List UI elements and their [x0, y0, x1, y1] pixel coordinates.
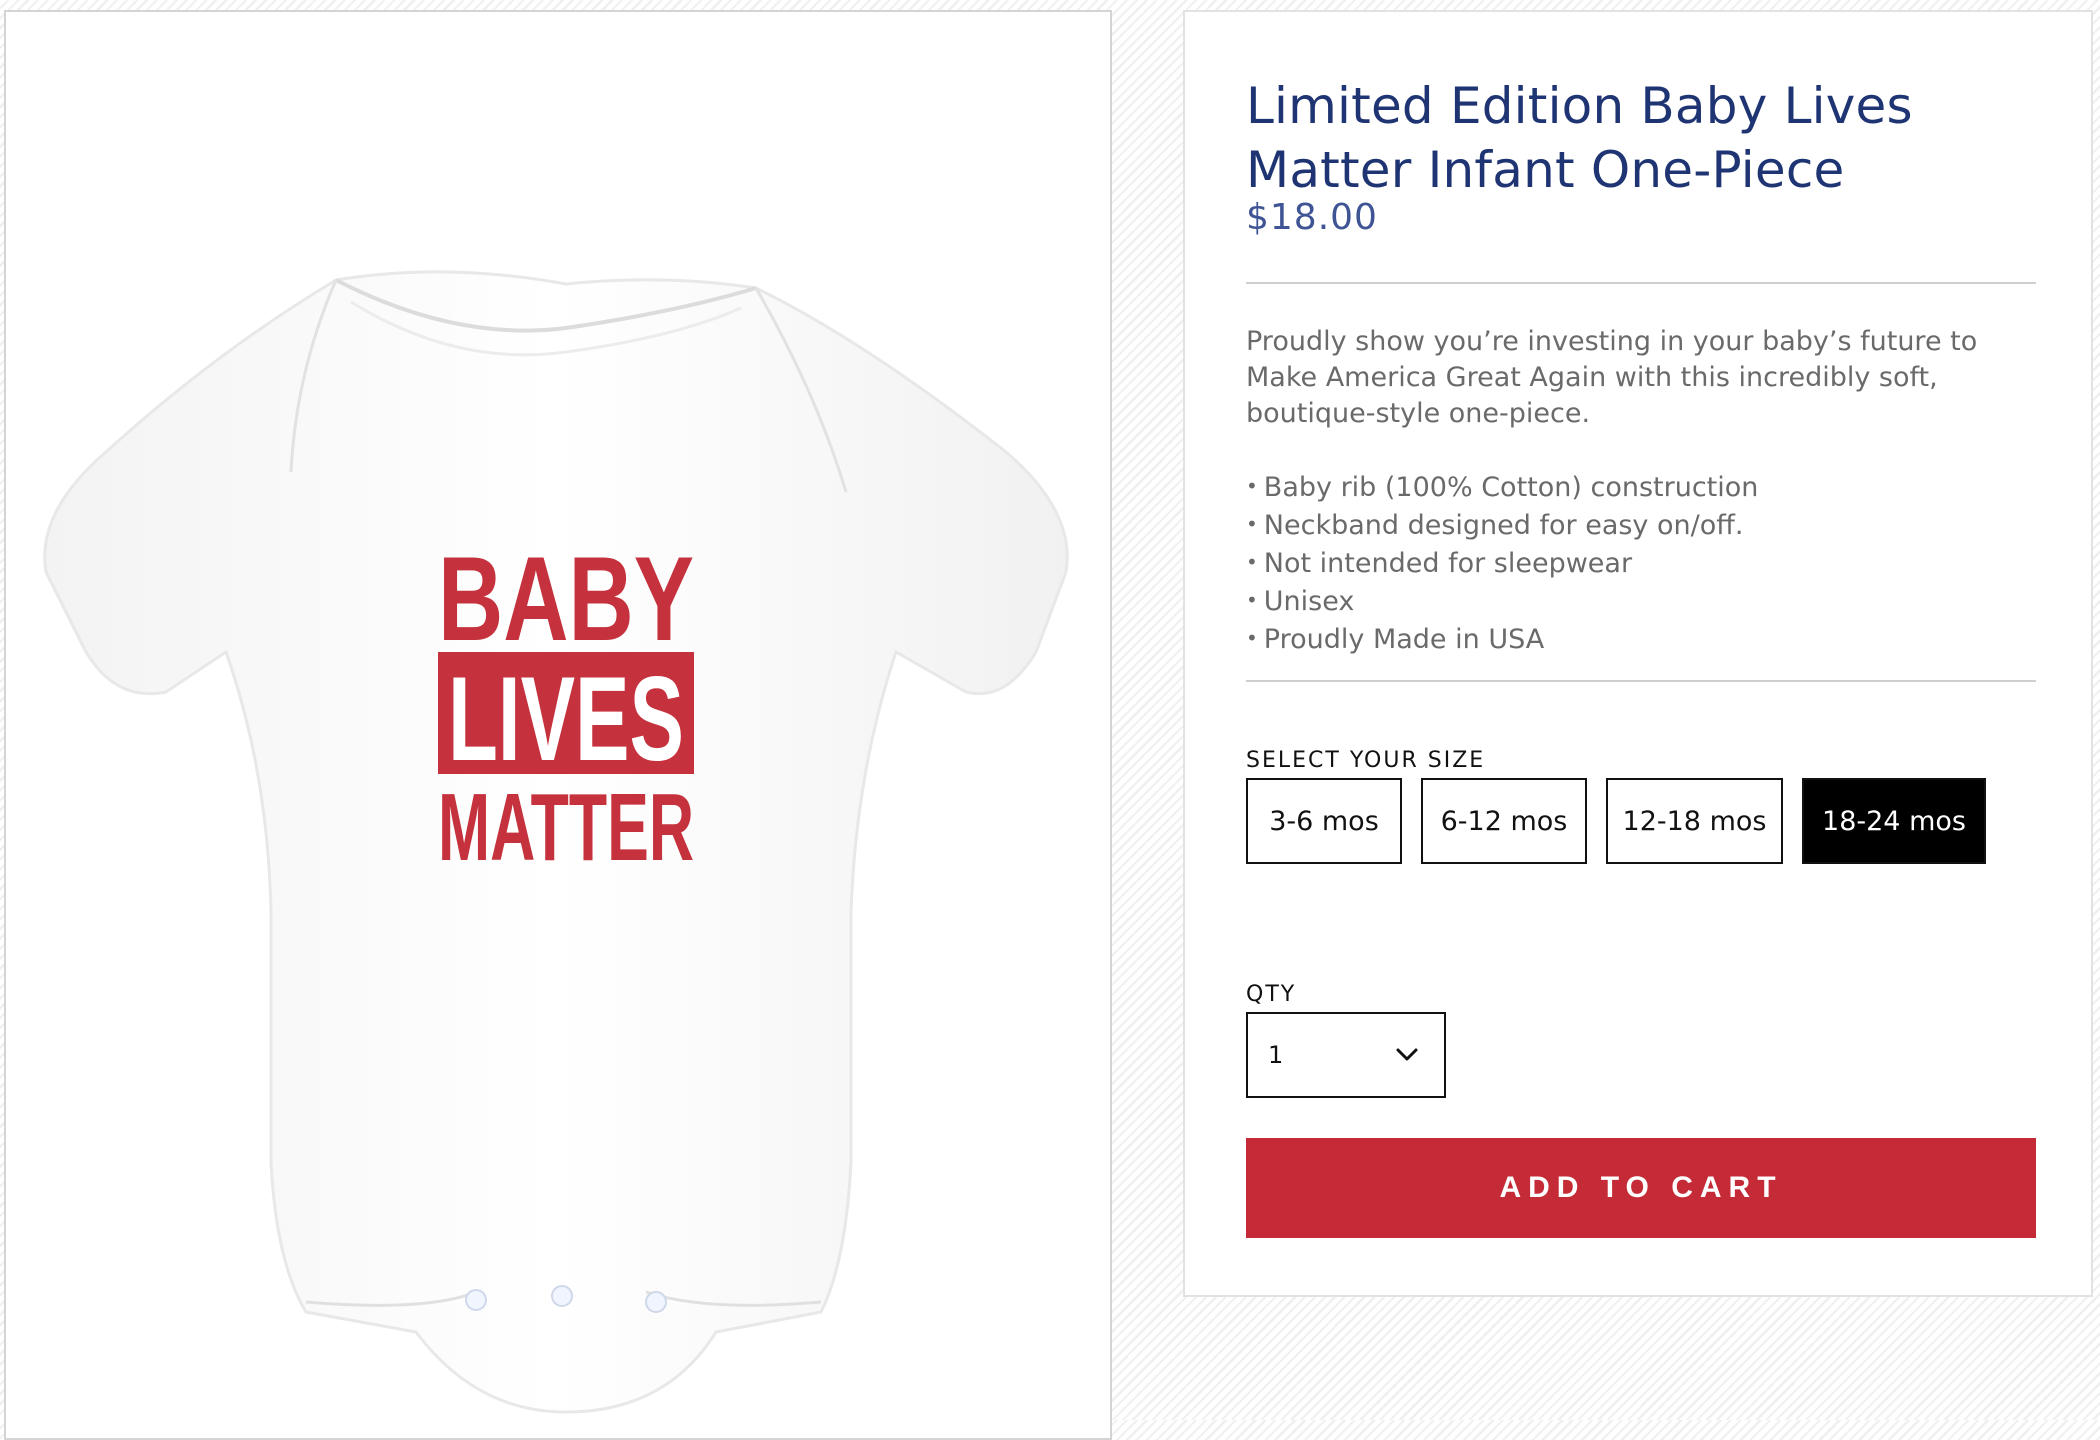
print-line-baby: BABY [438, 532, 694, 666]
snap-icon [465, 1289, 487, 1311]
print-line-lives: LIVES [448, 652, 684, 786]
print-graphic: BABY LIVES MATTER [438, 532, 694, 881]
print-line-matter: MATTER [438, 774, 694, 881]
feature-item: Proudly Made in USA [1246, 620, 2046, 658]
feature-list: Baby rib (100% Cotton) construction Neck… [1246, 468, 2046, 658]
snap-icon [551, 1285, 573, 1307]
product-title: Limited Edition Baby Lives Matter Infant… [1246, 77, 1913, 199]
chevron-down-icon [1396, 1048, 1418, 1061]
divider [1246, 282, 2036, 284]
size-option-6-12[interactable]: 6-12 mos [1421, 778, 1587, 864]
feature-item: Neckband designed for easy on/off. [1246, 506, 2046, 544]
divider [1246, 680, 2036, 682]
size-selector-label: SELECT YOUR SIZE [1246, 748, 1486, 773]
feature-item: Not intended for sleepwear [1246, 544, 2046, 582]
size-option-12-18[interactable]: 12-18 mos [1606, 778, 1783, 864]
snap-icon [645, 1291, 667, 1313]
quantity-value: 1 [1268, 1041, 1284, 1069]
quantity-label: QTY [1246, 982, 1297, 1007]
product-image: BABY LIVES MATTER [43, 270, 1069, 1414]
product-details-card: Limited Edition Baby Lives Matter Infant… [1183, 10, 2093, 1297]
quantity-select[interactable]: 1 [1246, 1012, 1446, 1098]
feature-item: Baby rib (100% Cotton) construction [1246, 468, 2046, 506]
product-image-panel[interactable]: BABY LIVES MATTER [4, 10, 1112, 1440]
add-to-cart-button[interactable]: ADD TO CART [1246, 1138, 2036, 1238]
size-option-3-6[interactable]: 3-6 mos [1246, 778, 1402, 864]
size-option-18-24[interactable]: 18-24 mos [1802, 778, 1986, 864]
feature-item: Unisex [1246, 582, 2046, 620]
product-price: $18.00 [1246, 197, 1378, 238]
product-description: Proudly show you’re investing in your ba… [1246, 326, 1978, 429]
